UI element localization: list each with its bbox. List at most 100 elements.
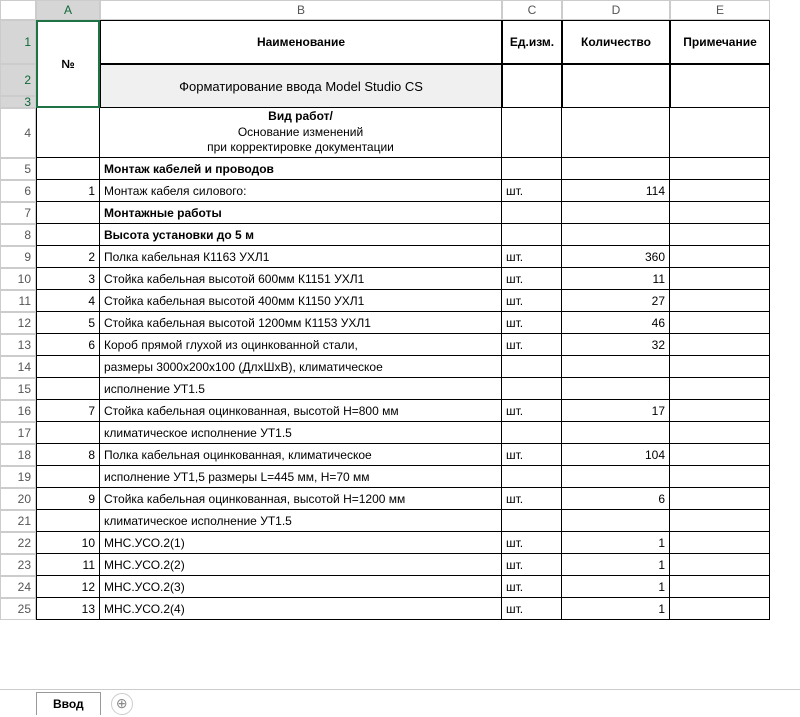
cell-E14[interactable] [670,356,770,378]
cell-B25[interactable]: МНС.УСО.2(4) [100,598,502,620]
cell-B1-name-header[interactable]: Наименование [100,20,502,64]
col-header-D[interactable]: D [562,0,670,20]
row-header-15[interactable]: 15 [0,378,36,400]
cell-A7[interactable] [36,202,100,224]
cell-D9[interactable]: 360 [562,246,670,268]
col-header-B[interactable]: B [100,0,502,20]
sheet-tab-active[interactable]: Ввод [36,692,101,715]
cell-E18[interactable] [670,444,770,466]
cell-C6[interactable]: шт. [502,180,562,202]
cell-C8[interactable] [502,224,562,246]
cell-C2[interactable] [502,64,562,108]
cell-A19[interactable] [36,466,100,488]
cell-A12[interactable]: 5 [36,312,100,334]
cell-D15[interactable] [562,378,670,400]
cell-C21[interactable] [502,510,562,532]
cell-E2[interactable] [670,64,770,108]
cell-B6[interactable]: Монтаж кабеля силового: [100,180,502,202]
cell-E8[interactable] [670,224,770,246]
cell-D11[interactable]: 27 [562,290,670,312]
cell-no-header[interactable]: № [36,20,100,108]
row-header-11[interactable]: 11 [0,290,36,312]
cell-B18[interactable]: Полка кабельная оцинкованная, климатичес… [100,444,502,466]
cell-D24[interactable]: 1 [562,576,670,598]
cell-C18[interactable]: шт. [502,444,562,466]
row-header-22[interactable]: 22 [0,532,36,554]
cell-B21[interactable]: климатическое исполнение УТ1.5 [100,510,502,532]
cell-C25[interactable]: шт. [502,598,562,620]
row-header-23[interactable]: 23 [0,554,36,576]
cell-C1-unit-header[interactable]: Ед.изм. [502,20,562,64]
cell-D20[interactable]: 6 [562,488,670,510]
cell-E12[interactable] [670,312,770,334]
cell-D23[interactable]: 1 [562,554,670,576]
cell-D2[interactable] [562,64,670,108]
cell-E24[interactable] [670,576,770,598]
cell-D8[interactable] [562,224,670,246]
cell-A17[interactable] [36,422,100,444]
cell-A8[interactable] [36,224,100,246]
cell-B23[interactable]: МНС.УСО.2(2) [100,554,502,576]
cell-B8[interactable]: Высота установки до 5 м [100,224,502,246]
cell-C24[interactable]: шт. [502,576,562,598]
row-header-18[interactable]: 18 [0,444,36,466]
cell-C4[interactable] [502,108,562,158]
row-header-20[interactable]: 20 [0,488,36,510]
row-header-24[interactable]: 24 [0,576,36,598]
cell-B19[interactable]: исполнение УТ1,5 размеры L=445 мм, H=70 … [100,466,502,488]
cell-E6[interactable] [670,180,770,202]
row-header-1[interactable]: 1 [0,20,36,64]
cell-C9[interactable]: шт. [502,246,562,268]
row-header-12[interactable]: 12 [0,312,36,334]
row-header-7[interactable]: 7 [0,202,36,224]
cell-B7[interactable]: Монтажные работы [100,202,502,224]
cell-C13[interactable]: шт. [502,334,562,356]
cell-A21[interactable] [36,510,100,532]
row-header-16[interactable]: 16 [0,400,36,422]
cell-A20[interactable]: 9 [36,488,100,510]
cell-A15[interactable] [36,378,100,400]
cell-E21[interactable] [670,510,770,532]
cell-A9[interactable]: 2 [36,246,100,268]
cell-B12[interactable]: Стойка кабельная высотой 1200мм К1153 УХ… [100,312,502,334]
cell-A11[interactable]: 4 [36,290,100,312]
cell-C5[interactable] [502,158,562,180]
cell-E19[interactable] [670,466,770,488]
cell-B14[interactable]: размеры 3000х200х100 (ДлхШхВ), климатиче… [100,356,502,378]
cell-E9[interactable] [670,246,770,268]
cell-D19[interactable] [562,466,670,488]
cell-B20[interactable]: Стойка кабельная оцинкованная, высотой H… [100,488,502,510]
cell-E25[interactable] [670,598,770,620]
cell-D22[interactable]: 1 [562,532,670,554]
cell-E4[interactable] [670,108,770,158]
cell-A6[interactable]: 1 [36,180,100,202]
cell-E20[interactable] [670,488,770,510]
row-header-5[interactable]: 5 [0,158,36,180]
cell-A14[interactable] [36,356,100,378]
cell-B22[interactable]: МНС.УСО.2(1) [100,532,502,554]
cell-C14[interactable] [502,356,562,378]
cell-C7[interactable] [502,202,562,224]
cell-C15[interactable] [502,378,562,400]
row-header-9[interactable]: 9 [0,246,36,268]
cell-E11[interactable] [670,290,770,312]
cell-D4[interactable] [562,108,670,158]
cell-B5[interactable]: Монтаж кабелей и проводов [100,158,502,180]
row-header-6[interactable]: 6 [0,180,36,202]
row-header-19[interactable]: 19 [0,466,36,488]
cell-A22[interactable]: 10 [36,532,100,554]
cell-B11[interactable]: Стойка кабельная высотой 400мм К1150 УХЛ… [100,290,502,312]
cell-A18[interactable]: 8 [36,444,100,466]
cell-E5[interactable] [670,158,770,180]
row-header-25[interactable]: 25 [0,598,36,620]
cell-C20[interactable]: шт. [502,488,562,510]
cell-B16[interactable]: Стойка кабельная оцинкованная, высотой H… [100,400,502,422]
cell-C22[interactable]: шт. [502,532,562,554]
cell-B17[interactable]: климатическое исполнение УТ1.5 [100,422,502,444]
cell-A16[interactable]: 7 [36,400,100,422]
cell-D6[interactable]: 114 [562,180,670,202]
cell-C12[interactable]: шт. [502,312,562,334]
row-header-21[interactable]: 21 [0,510,36,532]
cell-A4[interactable] [36,108,100,158]
cell-D14[interactable] [562,356,670,378]
